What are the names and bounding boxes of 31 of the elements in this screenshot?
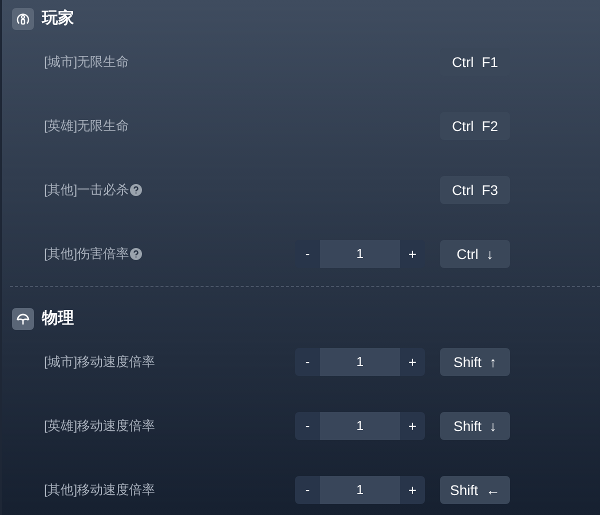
decrement-button[interactable]: - bbox=[295, 412, 320, 440]
decrement-button[interactable]: - bbox=[295, 348, 320, 376]
number-field[interactable]: 1 bbox=[320, 348, 400, 376]
hotkey-button[interactable]: Shift ← bbox=[440, 476, 510, 504]
setting-label: [英雄]移动速度倍率 bbox=[44, 417, 156, 436]
setting-label: [其他]移动速度倍率 bbox=[44, 481, 156, 500]
hotkey-button[interactable]: Ctrl ↓ bbox=[440, 240, 510, 268]
section-title: 物理 bbox=[42, 309, 74, 329]
hotkey-button[interactable]: Shift ↑ bbox=[440, 348, 510, 376]
number-field[interactable]: 1 bbox=[320, 476, 400, 504]
umbrella-icon bbox=[16, 312, 30, 326]
setting-label: [城市]无限生命 bbox=[44, 53, 130, 72]
increment-button[interactable]: + bbox=[400, 240, 425, 268]
increment-button[interactable]: + bbox=[400, 412, 425, 440]
setting-label: [其他]伤害倍率 bbox=[44, 245, 130, 264]
section-title: 玩家 bbox=[42, 8, 74, 29]
increment-button[interactable]: + bbox=[400, 348, 425, 376]
setting-label: [其他]一击必杀 bbox=[44, 181, 130, 200]
hotkey-button[interactable]: Shift ↓ bbox=[440, 412, 510, 440]
hotkey-button[interactable]: Ctrl F3 bbox=[440, 176, 510, 204]
person-icon bbox=[16, 12, 30, 26]
increment-button[interactable]: + bbox=[400, 476, 425, 504]
decrement-button[interactable]: - bbox=[295, 240, 320, 268]
help-icon[interactable] bbox=[130, 248, 142, 260]
setting-label: [英雄]无限生命 bbox=[44, 117, 130, 136]
setting-label: [城市]移动速度倍率 bbox=[44, 353, 156, 372]
number-field[interactable]: 1 bbox=[320, 412, 400, 440]
decrement-button[interactable]: - bbox=[294, 476, 320, 504]
number-field[interactable]: 1 bbox=[320, 240, 400, 268]
help-icon[interactable] bbox=[130, 184, 142, 196]
hotkey-button[interactable]: Ctrl F2 bbox=[440, 112, 510, 140]
